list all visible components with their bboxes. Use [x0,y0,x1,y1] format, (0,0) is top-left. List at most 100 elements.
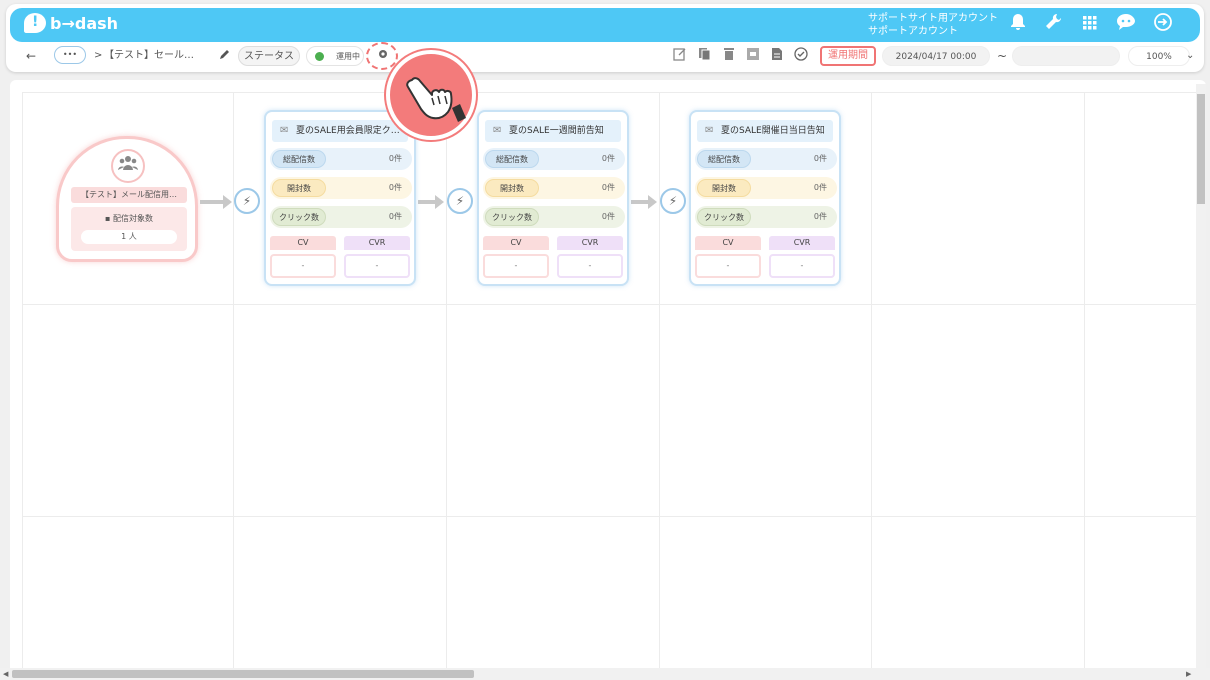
stat-value: 0件 [813,212,827,221]
stat-row-open: 開封数 0件 [270,177,412,199]
more-menu-button[interactable]: ••• [54,46,86,64]
archive-icon[interactable] [744,47,762,65]
status-value[interactable]: 運用中 [306,46,364,66]
scrollbar-thumb[interactable] [1197,94,1205,204]
stat-label: クリック数 [697,208,751,226]
person-icon: ▪ [105,214,113,223]
grid-line [659,92,660,668]
grid-line [446,92,447,668]
stat-value: 0件 [813,154,827,163]
stat-label: 開封数 [697,179,751,197]
envelope-icon: ✉ [493,125,502,136]
cv-label: CV [483,236,549,250]
cvr-label: CVR [769,236,835,250]
document-icon[interactable] [768,47,786,65]
logo-bubble-icon [24,13,46,33]
scroll-left-arrow-icon[interactable]: ◀ [3,670,8,678]
scroll-right-arrow-icon[interactable]: ▶ [1186,670,1191,678]
mail-node-2[interactable]: ✉ 夏のSALE一週間前告知 総配信数 0件 開封数 0件 クリック数 0件 CV - C… [477,110,629,286]
breadcrumb[interactable]: 【テスト】セール… [104,46,194,66]
zoom-select[interactable]: 100% [1128,46,1190,66]
period-button[interactable]: 運用期間 [820,46,876,66]
end-date-field[interactable] [1012,46,1120,66]
cv-box: CV - [695,236,761,280]
brand-logo[interactable]: b→dash [24,13,118,33]
stat-label: 総配信数 [697,150,751,168]
start-date-field[interactable]: 2024/04/17 00:00 [882,46,990,66]
cvr-box: CVR - [344,236,410,280]
logo-text: b→dash [50,13,119,33]
stat-value: 0件 [601,212,615,221]
trash-icon[interactable] [720,47,738,65]
stat-label: 総配信数 [485,150,539,168]
copy-icon[interactable] [696,47,714,65]
wrench-icon[interactable] [1041,13,1065,37]
horizontal-scrollbar[interactable]: ◀ ▶ [0,668,1210,680]
cvr-value: - [344,254,410,278]
lightning-trigger-icon[interactable]: ⚡ [234,188,260,214]
start-segment-node[interactable]: 【テスト】メール配信用… ▪ 配信対象数 1 人 [56,136,198,262]
cv-value: - [695,254,761,278]
stat-row-click: クリック数 0件 [695,206,837,228]
flow-arrow [200,195,232,209]
mail-node-3[interactable]: ✉ 夏のSALE開催日当日告知 総配信数 0件 開封数 0件 クリック数 0件 CV - … [689,110,841,286]
chevron-down-icon[interactable]: ⌄ [1186,46,1194,66]
back-button[interactable]: ← [26,46,36,66]
toolbar: ← ••• > 【テスト】セール… ステータス 運用中 運用期間 2024/04… [0,42,1210,70]
flow-arrow [418,195,444,209]
lightning-trigger-icon[interactable]: ⚡ [447,188,473,214]
bell-icon[interactable] [1006,13,1030,37]
stat-row-sent: 総配信数 0件 [270,148,412,170]
date-range-tilde: ~ [997,49,1008,63]
cvr-value: - [769,254,835,278]
grid-line [233,92,234,668]
edit-note-icon[interactable] [671,47,689,65]
flow-arrow [631,195,657,209]
stat-row-open: 開封数 0件 [483,177,625,199]
lightning-trigger-icon[interactable]: ⚡ [660,188,686,214]
stat-row-click: クリック数 0件 [270,206,412,228]
grid-line [22,92,1202,93]
grid-line [871,92,872,668]
segment-title: 【テスト】メール配信用… [71,187,187,203]
stat-value: 0件 [813,183,827,192]
status-label: ステータス [238,46,300,66]
stat-label: 総配信数 [272,150,326,168]
cv-value: - [483,254,549,278]
status-value-text: 運用中 [336,52,360,61]
stat-row-sent: 総配信数 0件 [483,148,625,170]
vertical-scrollbar[interactable] [1196,84,1206,668]
stat-row-sent: 総配信数 0件 [695,148,837,170]
stat-value: 0件 [601,183,615,192]
grid-icon[interactable] [1078,13,1102,37]
grid-line [1084,92,1085,668]
check-circle-icon[interactable] [792,47,810,65]
cv-box: CV - [483,236,549,280]
account-name: サポートサイト用アカウント [868,13,998,24]
stat-row-click: クリック数 0件 [483,206,625,228]
stat-label: 開封数 [485,179,539,197]
edit-pencil-icon[interactable] [216,47,234,65]
stat-value: 0件 [388,183,402,192]
cvr-label: CVR [344,236,410,250]
mail-node-1[interactable]: ✉ 夏のSALE用会員限定ク… 総配信数 0件 開封数 0件 クリック数 0件 CV - … [264,110,416,286]
cv-value: - [270,254,336,278]
stat-value: 0件 [601,154,615,163]
header-bar: b→dash サポートサイト用アカウント サポートアカウント [10,8,1200,42]
account-info[interactable]: サポートサイト用アカウント サポートアカウント [868,12,998,38]
chat-icon[interactable] [1114,13,1138,37]
scrollbar-thumb[interactable] [12,670,474,678]
stat-row-open: 開封数 0件 [695,177,837,199]
envelope-icon: ✉ [280,125,289,136]
envelope-icon: ✉ [705,125,714,136]
account-user: サポートアカウント [868,26,958,37]
cvr-box: CVR - [557,236,623,280]
grid-line [22,304,1202,305]
logout-icon[interactable] [1151,13,1175,37]
cvr-value: - [557,254,623,278]
breadcrumb-separator: > [94,50,103,61]
people-group-icon [111,149,145,183]
grid-line [22,92,23,668]
mail-node-title: ✉ 夏のSALE用会員限定ク… [272,120,408,142]
stat-label: 開封数 [272,179,326,197]
